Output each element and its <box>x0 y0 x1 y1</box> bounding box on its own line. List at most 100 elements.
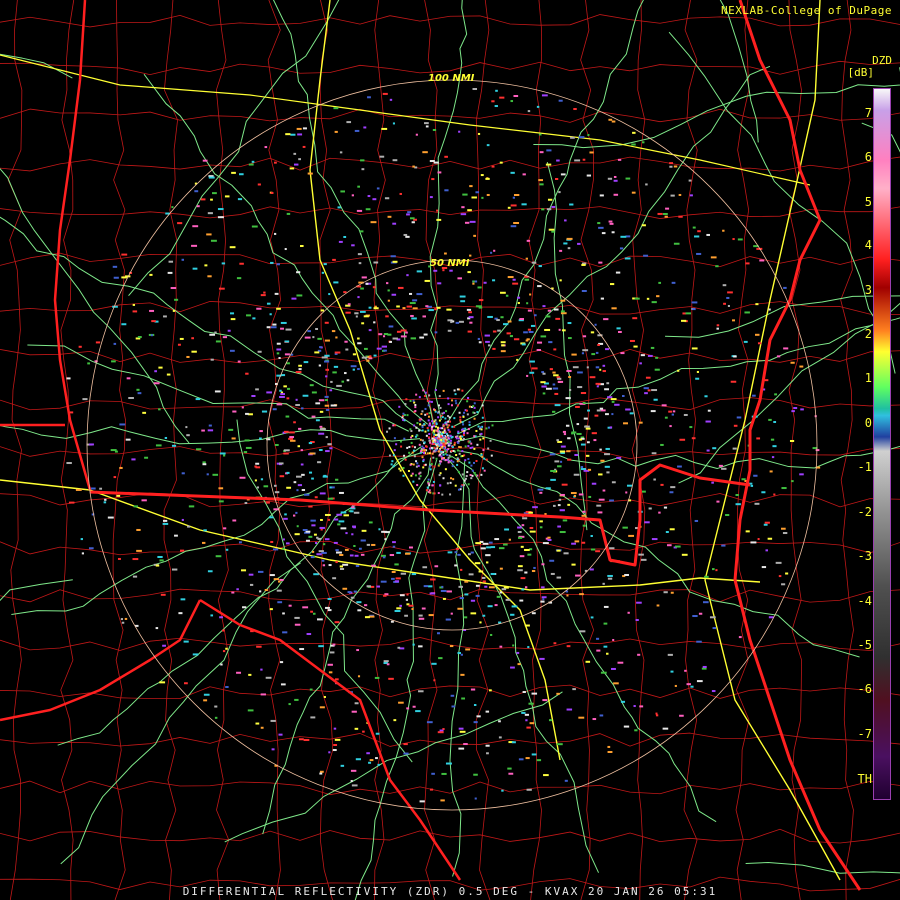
echo-gate <box>444 189 449 192</box>
echo-gate <box>756 437 761 440</box>
echo-gate <box>328 671 333 674</box>
echo-gate <box>291 297 297 300</box>
echo-gate <box>485 554 491 557</box>
echo-gate <box>582 402 586 405</box>
echo-gate <box>496 319 500 322</box>
echo-gate <box>311 415 316 418</box>
echo-gate <box>270 719 276 722</box>
echo-gate <box>368 521 373 524</box>
echo-gate <box>274 292 279 295</box>
echo-gate <box>741 478 746 481</box>
echo-gate <box>769 470 773 473</box>
echo-gate <box>465 648 471 651</box>
echo-gate <box>318 399 325 402</box>
echo-gate <box>111 360 116 363</box>
echo-gate <box>296 127 302 130</box>
echo-gate <box>516 651 520 654</box>
echo-gate <box>128 397 134 400</box>
echo-gate <box>611 667 616 670</box>
echo-gate <box>639 362 642 365</box>
echo-gate <box>570 492 577 495</box>
echo-gate <box>428 614 434 617</box>
echo-gate <box>447 461 450 464</box>
echo-gate <box>398 701 404 704</box>
echo-gate <box>269 574 275 577</box>
echo-gate <box>474 562 481 565</box>
echo-gate <box>324 399 328 402</box>
echo-gate <box>411 472 414 475</box>
echo-gate <box>454 564 458 567</box>
echo-gate <box>424 279 430 282</box>
echo-gate <box>221 629 225 632</box>
echo-gate <box>372 286 376 289</box>
echo-gate <box>339 565 344 568</box>
echo-gate <box>768 308 771 311</box>
echo-gate <box>196 205 200 208</box>
echo-gate <box>308 535 313 538</box>
echo-gate <box>332 749 337 752</box>
echo-gate <box>103 501 107 504</box>
echo-gate <box>397 286 404 289</box>
echo-gate <box>632 317 638 320</box>
echo-gate <box>481 404 484 407</box>
echo-gate <box>463 479 466 482</box>
echo-gate <box>783 286 787 289</box>
echo-gate <box>446 458 449 461</box>
echo-gate <box>217 216 224 219</box>
echo-gate <box>427 482 430 485</box>
echo-gate <box>294 616 300 619</box>
echo-gate <box>498 547 505 550</box>
echo-gate <box>431 178 435 181</box>
echo-gate <box>586 441 590 444</box>
echo-gate <box>392 465 395 468</box>
echo-gate <box>611 400 615 403</box>
echo-gate <box>498 720 501 723</box>
echo-gate <box>607 574 613 577</box>
echo-gate <box>269 313 272 316</box>
echo-gate <box>456 435 459 438</box>
echo-gate <box>295 398 298 401</box>
echo-gate <box>405 235 410 238</box>
echo-gate <box>328 518 331 521</box>
echo-gate <box>261 410 268 413</box>
echo-gate <box>392 545 396 548</box>
echo-gate <box>415 465 418 468</box>
echo-gate <box>453 441 456 444</box>
echo-gate <box>441 457 444 460</box>
echo-gate <box>507 206 511 209</box>
echo-gate <box>225 686 229 689</box>
echo-gate <box>293 152 297 155</box>
echo-gate <box>350 510 354 513</box>
echo-gate <box>410 337 417 340</box>
echo-gate <box>317 618 323 621</box>
echo-gate <box>422 466 425 469</box>
echo-gate <box>698 612 703 615</box>
echo-gate <box>586 174 592 177</box>
echo-gate <box>404 458 407 461</box>
echo-gate <box>494 105 498 108</box>
echo-gate <box>362 730 365 733</box>
echo-gate <box>332 371 337 374</box>
echo-gate <box>384 531 390 534</box>
echo-gate <box>507 276 514 279</box>
echo-gate <box>204 264 208 267</box>
color-scale-tick: -5 <box>857 638 872 652</box>
color-scale-tick: 3 <box>864 283 872 297</box>
echo-gate <box>482 449 485 452</box>
echo-gate <box>351 194 354 197</box>
echo-gate <box>421 456 424 459</box>
echo-gate <box>730 380 737 383</box>
echo-gate <box>368 306 372 309</box>
echo-gate <box>256 307 262 310</box>
echo-gate <box>315 327 319 330</box>
echo-gate <box>733 424 738 427</box>
echo-gate <box>365 282 369 285</box>
echo-gate <box>573 108 577 111</box>
echo-gate <box>446 454 449 457</box>
echo-gate <box>461 421 464 424</box>
echo-gate <box>470 551 474 554</box>
echo-gate <box>89 443 94 446</box>
echo-gate <box>640 558 647 561</box>
echo-gate <box>168 260 174 263</box>
echo-gate <box>400 335 407 338</box>
